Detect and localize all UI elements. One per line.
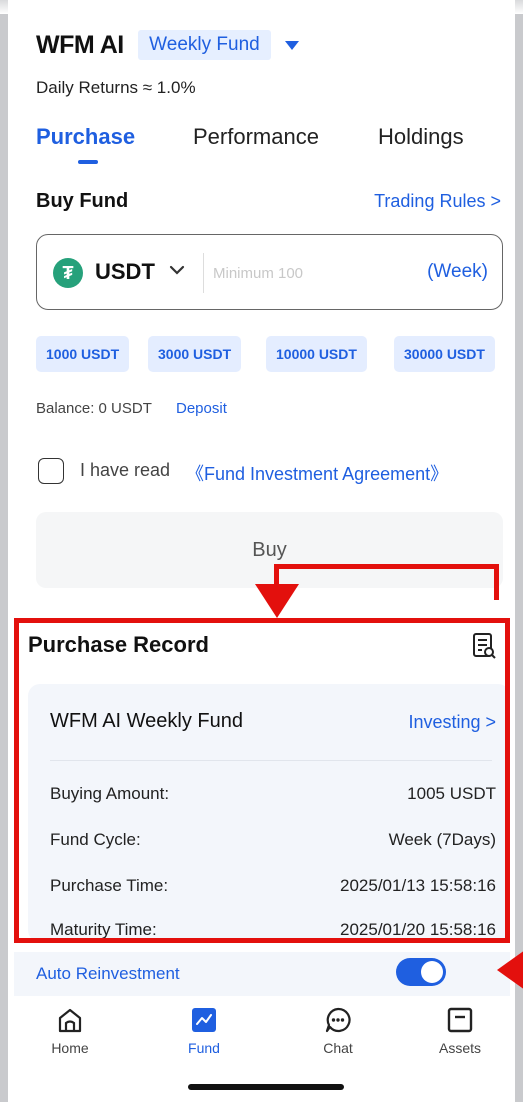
fund-header: WFM AI Weekly Fund: [36, 30, 300, 60]
nav-home[interactable]: Home: [30, 1006, 110, 1056]
daily-returns: Daily Returns ≈ 1.0%: [36, 78, 196, 97]
chevron-down-icon[interactable]: [169, 261, 185, 281]
nav-label: Fund: [188, 1040, 220, 1056]
row-label: Purchase Time:: [50, 876, 169, 895]
nav-assets[interactable]: Assets: [420, 1006, 500, 1056]
annotation-arrow-left: [497, 950, 523, 990]
active-tab-indicator: [78, 160, 98, 164]
fund-chart-icon: [190, 1006, 218, 1034]
chat-icon: [324, 1006, 352, 1034]
caret-down-icon[interactable]: [285, 40, 300, 50]
home-indicator: [188, 1084, 344, 1090]
preset-chip[interactable]: 1000 USDT: [36, 336, 130, 372]
auto-reinvest-row: Auto Reinvestment: [14, 952, 510, 996]
agreement-checkbox[interactable]: [38, 458, 64, 484]
usdt-icon: ₮: [53, 258, 83, 288]
agreement-link[interactable]: 《Fund Investment Agreement》: [186, 460, 448, 486]
amount-input[interactable]: [213, 257, 413, 289]
record-fund-name: WFM AI Weekly Fund: [50, 710, 244, 732]
amount-input-box: ₮ USDT (Week): [36, 234, 503, 310]
buy-fund-title: Buy Fund: [36, 190, 129, 212]
app-screen: WFM AI Weekly Fund Daily Returns ≈ 1.0% …: [8, 0, 515, 1102]
row-value: 1005 USDT: [407, 784, 496, 803]
tab-performance[interactable]: Performance: [193, 124, 319, 150]
annotation-line: [274, 564, 499, 569]
nav-label: Assets: [438, 1040, 481, 1056]
preset-chip[interactable]: 30000 USDT: [394, 336, 495, 372]
auto-reinvest-label: Auto Reinvestment: [36, 964, 180, 983]
trading-rules-link[interactable]: Trading Rules >: [374, 191, 501, 212]
record-search-icon[interactable]: [472, 632, 496, 660]
row-label: Maturity Time:: [50, 920, 157, 939]
buy-button[interactable]: Buy: [36, 512, 503, 588]
preset-chip[interactable]: 10000 USDT: [266, 336, 367, 372]
nav-label: Chat: [323, 1040, 353, 1056]
assets-icon: [446, 1006, 474, 1034]
input-divider: [203, 253, 204, 293]
coin-selector[interactable]: USDT: [95, 259, 155, 285]
preset-chip[interactable]: 3000 USDT: [148, 336, 242, 372]
nav-label: Home: [51, 1040, 89, 1056]
card-divider: [50, 760, 492, 761]
cycle-unit: (Week): [427, 261, 488, 282]
row-value: 2025/01/13 15:58:16: [340, 876, 496, 895]
deposit-link[interactable]: Deposit: [176, 400, 227, 417]
balance-text: Balance: 0 USDT: [36, 400, 152, 417]
tab-holdings[interactable]: Holdings: [378, 124, 464, 150]
toggle-knob: [421, 961, 443, 983]
tab-purchase[interactable]: Purchase: [36, 124, 135, 150]
nav-fund[interactable]: Fund: [164, 1006, 244, 1056]
record-status-link[interactable]: Investing >: [408, 712, 496, 733]
auto-reinvest-toggle[interactable]: [396, 958, 446, 986]
row-label: Fund Cycle:: [50, 830, 141, 849]
fund-type-selector[interactable]: Weekly Fund: [138, 30, 271, 60]
purchase-record-section: Purchase Record WFM AI Weekly Fund Inves…: [14, 618, 510, 943]
row-value: 2025/01/20 15:58:16: [340, 920, 496, 939]
annotation-arrow-down: [255, 584, 299, 618]
annotation-line: [494, 564, 499, 600]
fund-name: WFM AI: [36, 30, 124, 59]
agreement-label: I have read: [80, 460, 171, 480]
purchase-record-card[interactable]: WFM AI Weekly Fund Investing > Buying Am…: [28, 684, 510, 942]
row-value: Week (7Days): [388, 830, 496, 849]
amount-presets: 1000 USDT 3000 USDT 10000 USDT 30000 USD…: [36, 336, 515, 372]
nav-chat[interactable]: Chat: [298, 1006, 378, 1056]
tab-bar: Purchase Performance Holdings: [36, 124, 515, 164]
purchase-record-title: Purchase Record: [28, 632, 209, 657]
home-icon: [56, 1006, 84, 1034]
row-label: Buying Amount:: [50, 784, 170, 803]
